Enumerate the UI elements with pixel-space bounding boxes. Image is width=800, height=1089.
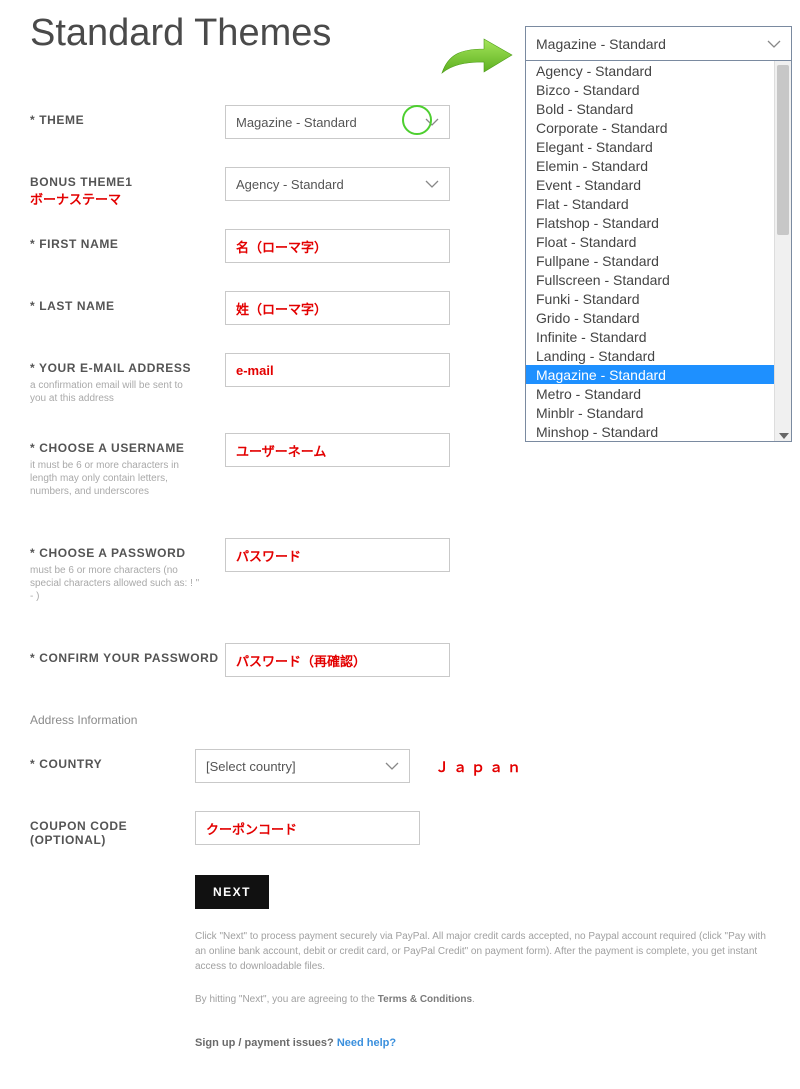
country-row: * COUNTRY [Select country] Ｊａｐａｎ xyxy=(30,749,770,783)
next-button[interactable]: NEXT xyxy=(195,875,269,909)
bonus-theme-select-value: Agency - Standard xyxy=(236,177,344,192)
password-row: * CHOOSE A PASSWORD must be 6 or more ch… xyxy=(30,538,770,603)
theme-option[interactable]: Magazine - Standard xyxy=(526,365,791,384)
theme-option[interactable]: Grido - Standard xyxy=(526,308,791,327)
theme-option[interactable]: Fullpane - Standard xyxy=(526,251,791,270)
theme-option[interactable]: Minblr - Standard xyxy=(526,403,791,422)
coupon-row: COUPON CODE (OPTIONAL) クーポンコード xyxy=(30,811,770,847)
scrollbar-thumb[interactable] xyxy=(777,65,789,235)
payment-fineprint: Click "Next" to process payment securely… xyxy=(195,929,770,974)
next-button-wrap: NEXT xyxy=(195,875,770,909)
email-label: * YOUR E-MAIL ADDRESS a confirmation ema… xyxy=(30,353,225,405)
bonus-theme-label: BONUS THEME1 ボーナステーマ xyxy=(30,167,225,189)
theme-option[interactable]: Fullscreen - Standard xyxy=(526,270,791,289)
first-name-label: * FIRST NAME xyxy=(30,229,225,251)
theme-option[interactable]: Landing - Standard xyxy=(526,346,791,365)
theme-option[interactable]: Corporate - Standard xyxy=(526,118,791,137)
terms-link[interactable]: Terms & Conditions xyxy=(378,994,472,1005)
country-select[interactable]: [Select country] xyxy=(195,749,410,783)
confirm-password-input[interactable]: パスワード（再確認） xyxy=(225,643,450,677)
email-input[interactable]: e-mail xyxy=(225,353,450,387)
coupon-input[interactable]: クーポンコード xyxy=(195,811,420,845)
address-section-heading: Address Information xyxy=(30,713,770,727)
confirm-password-row: * CONFIRM YOUR PASSWORD パスワード（再確認） xyxy=(30,643,770,677)
coupon-label: COUPON CODE (OPTIONAL) xyxy=(30,811,195,847)
chevron-down-icon xyxy=(425,177,439,191)
username-input[interactable]: ユーザーネーム xyxy=(225,433,450,467)
theme-option[interactable]: Minshop - Standard xyxy=(526,422,791,441)
bonus-theme-annotation: ボーナステーマ xyxy=(30,189,121,208)
theme-option[interactable]: Event - Standard xyxy=(526,175,791,194)
username-hint: it must be 6 or more characters in lengt… xyxy=(30,459,200,498)
confirm-password-label: * CONFIRM YOUR PASSWORD xyxy=(30,643,225,665)
theme-option[interactable]: Elemin - Standard xyxy=(526,156,791,175)
theme-option[interactable]: Bold - Standard xyxy=(526,99,791,118)
theme-label: * THEME xyxy=(30,105,225,127)
chevron-down-icon xyxy=(425,115,439,129)
scrollbar[interactable] xyxy=(774,61,791,441)
country-annotation: Ｊａｐａｎ xyxy=(435,757,525,777)
country-select-value: [Select country] xyxy=(206,759,296,774)
theme-select[interactable]: Magazine - Standard xyxy=(225,105,450,139)
theme-option[interactable]: Infinite - Standard xyxy=(526,327,791,346)
theme-dropdown-head[interactable]: Magazine - Standard xyxy=(526,27,791,61)
chevron-down-icon xyxy=(767,37,781,51)
email-hint: a confirmation email will be sent to you… xyxy=(30,379,200,405)
theme-option[interactable]: Flatshop - Standard xyxy=(526,213,791,232)
theme-option[interactable]: Flat - Standard xyxy=(526,194,791,213)
last-name-input[interactable]: 姓（ローマ字） xyxy=(225,291,450,325)
country-label: * COUNTRY xyxy=(30,749,195,771)
password-hint: must be 6 or more characters (no special… xyxy=(30,564,200,603)
last-name-label: * LAST NAME xyxy=(30,291,225,313)
username-row: * CHOOSE A USERNAME it must be 6 or more… xyxy=(30,433,770,498)
theme-option[interactable]: Agency - Standard xyxy=(526,61,791,80)
terms-fineprint: By hitting "Next", you are agreeing to t… xyxy=(195,992,770,1007)
theme-option[interactable]: Elegant - Standard xyxy=(526,137,791,156)
username-label: * CHOOSE A USERNAME it must be 6 or more… xyxy=(30,433,225,498)
theme-option[interactable]: Funki - Standard xyxy=(526,289,791,308)
theme-dropdown-popup: Magazine - Standard Agency - StandardBiz… xyxy=(525,26,792,442)
first-name-input[interactable]: 名（ローマ字） xyxy=(225,229,450,263)
signup-issues: Sign up / payment issues? Need help? xyxy=(195,1037,770,1049)
password-input[interactable]: パスワード xyxy=(225,538,450,572)
theme-select-value: Magazine - Standard xyxy=(236,115,357,130)
theme-option[interactable]: Float - Standard xyxy=(526,232,791,251)
scroll-down-icon[interactable] xyxy=(779,433,789,439)
chevron-down-icon xyxy=(385,759,399,773)
theme-dropdown-head-value: Magazine - Standard xyxy=(536,36,666,52)
theme-option[interactable]: Metro - Standard xyxy=(526,384,791,403)
need-help-link[interactable]: Need help? xyxy=(337,1037,396,1049)
theme-option[interactable]: Bizco - Standard xyxy=(526,80,791,99)
theme-dropdown-list: Agency - StandardBizco - StandardBold - … xyxy=(526,61,791,441)
password-label: * CHOOSE A PASSWORD must be 6 or more ch… xyxy=(30,538,225,603)
bonus-theme-select[interactable]: Agency - Standard xyxy=(225,167,450,201)
